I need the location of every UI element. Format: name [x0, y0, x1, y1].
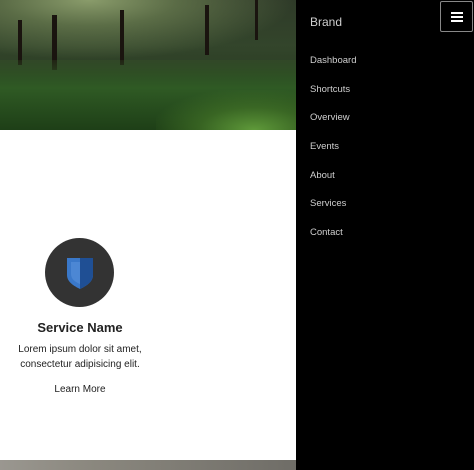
service-icon-circle	[45, 238, 114, 307]
sidebar-nav: Dashboard Shortcuts Overview Events Abou…	[310, 55, 356, 256]
sidebar-item-overview[interactable]: Overview	[310, 112, 356, 141]
sidebar-item-about[interactable]: About	[310, 170, 356, 199]
service-description: Lorem ipsum dolor sit amet, consectetur …	[0, 342, 160, 372]
hero-grass-light	[156, 90, 296, 130]
service-title: Service Name	[37, 320, 123, 335]
tree-trunk	[205, 5, 209, 55]
sidebar-item-dashboard[interactable]: Dashboard	[310, 55, 356, 84]
tree-trunk	[255, 0, 258, 40]
sidebar: Brand Dashboard Shortcuts Overview Event…	[296, 0, 474, 470]
sidebar-item-contact[interactable]: Contact	[310, 227, 356, 256]
sidebar-brand[interactable]: Brand	[310, 15, 342, 29]
learn-more-link[interactable]: Learn More	[0, 384, 160, 395]
shield-icon	[66, 257, 93, 289]
hero-light	[0, 0, 296, 60]
sidebar-item-services[interactable]: Services	[310, 198, 356, 227]
menu-toggle-button[interactable]	[440, 1, 473, 32]
hero-image	[0, 0, 296, 130]
bottom-image-strip	[0, 460, 296, 470]
tree-trunk	[18, 20, 22, 65]
service-section: Service Name Lorem ipsum dolor sit amet,…	[0, 130, 296, 460]
sidebar-item-shortcuts[interactable]: Shortcuts	[310, 84, 356, 113]
hamburger-icon	[450, 11, 463, 22]
service-description-line: consectetur adipisicing elit.	[20, 359, 140, 370]
tree-trunk	[120, 10, 124, 65]
service-description-line: Lorem ipsum dolor sit amet,	[18, 344, 142, 355]
sidebar-item-events[interactable]: Events	[310, 141, 356, 170]
